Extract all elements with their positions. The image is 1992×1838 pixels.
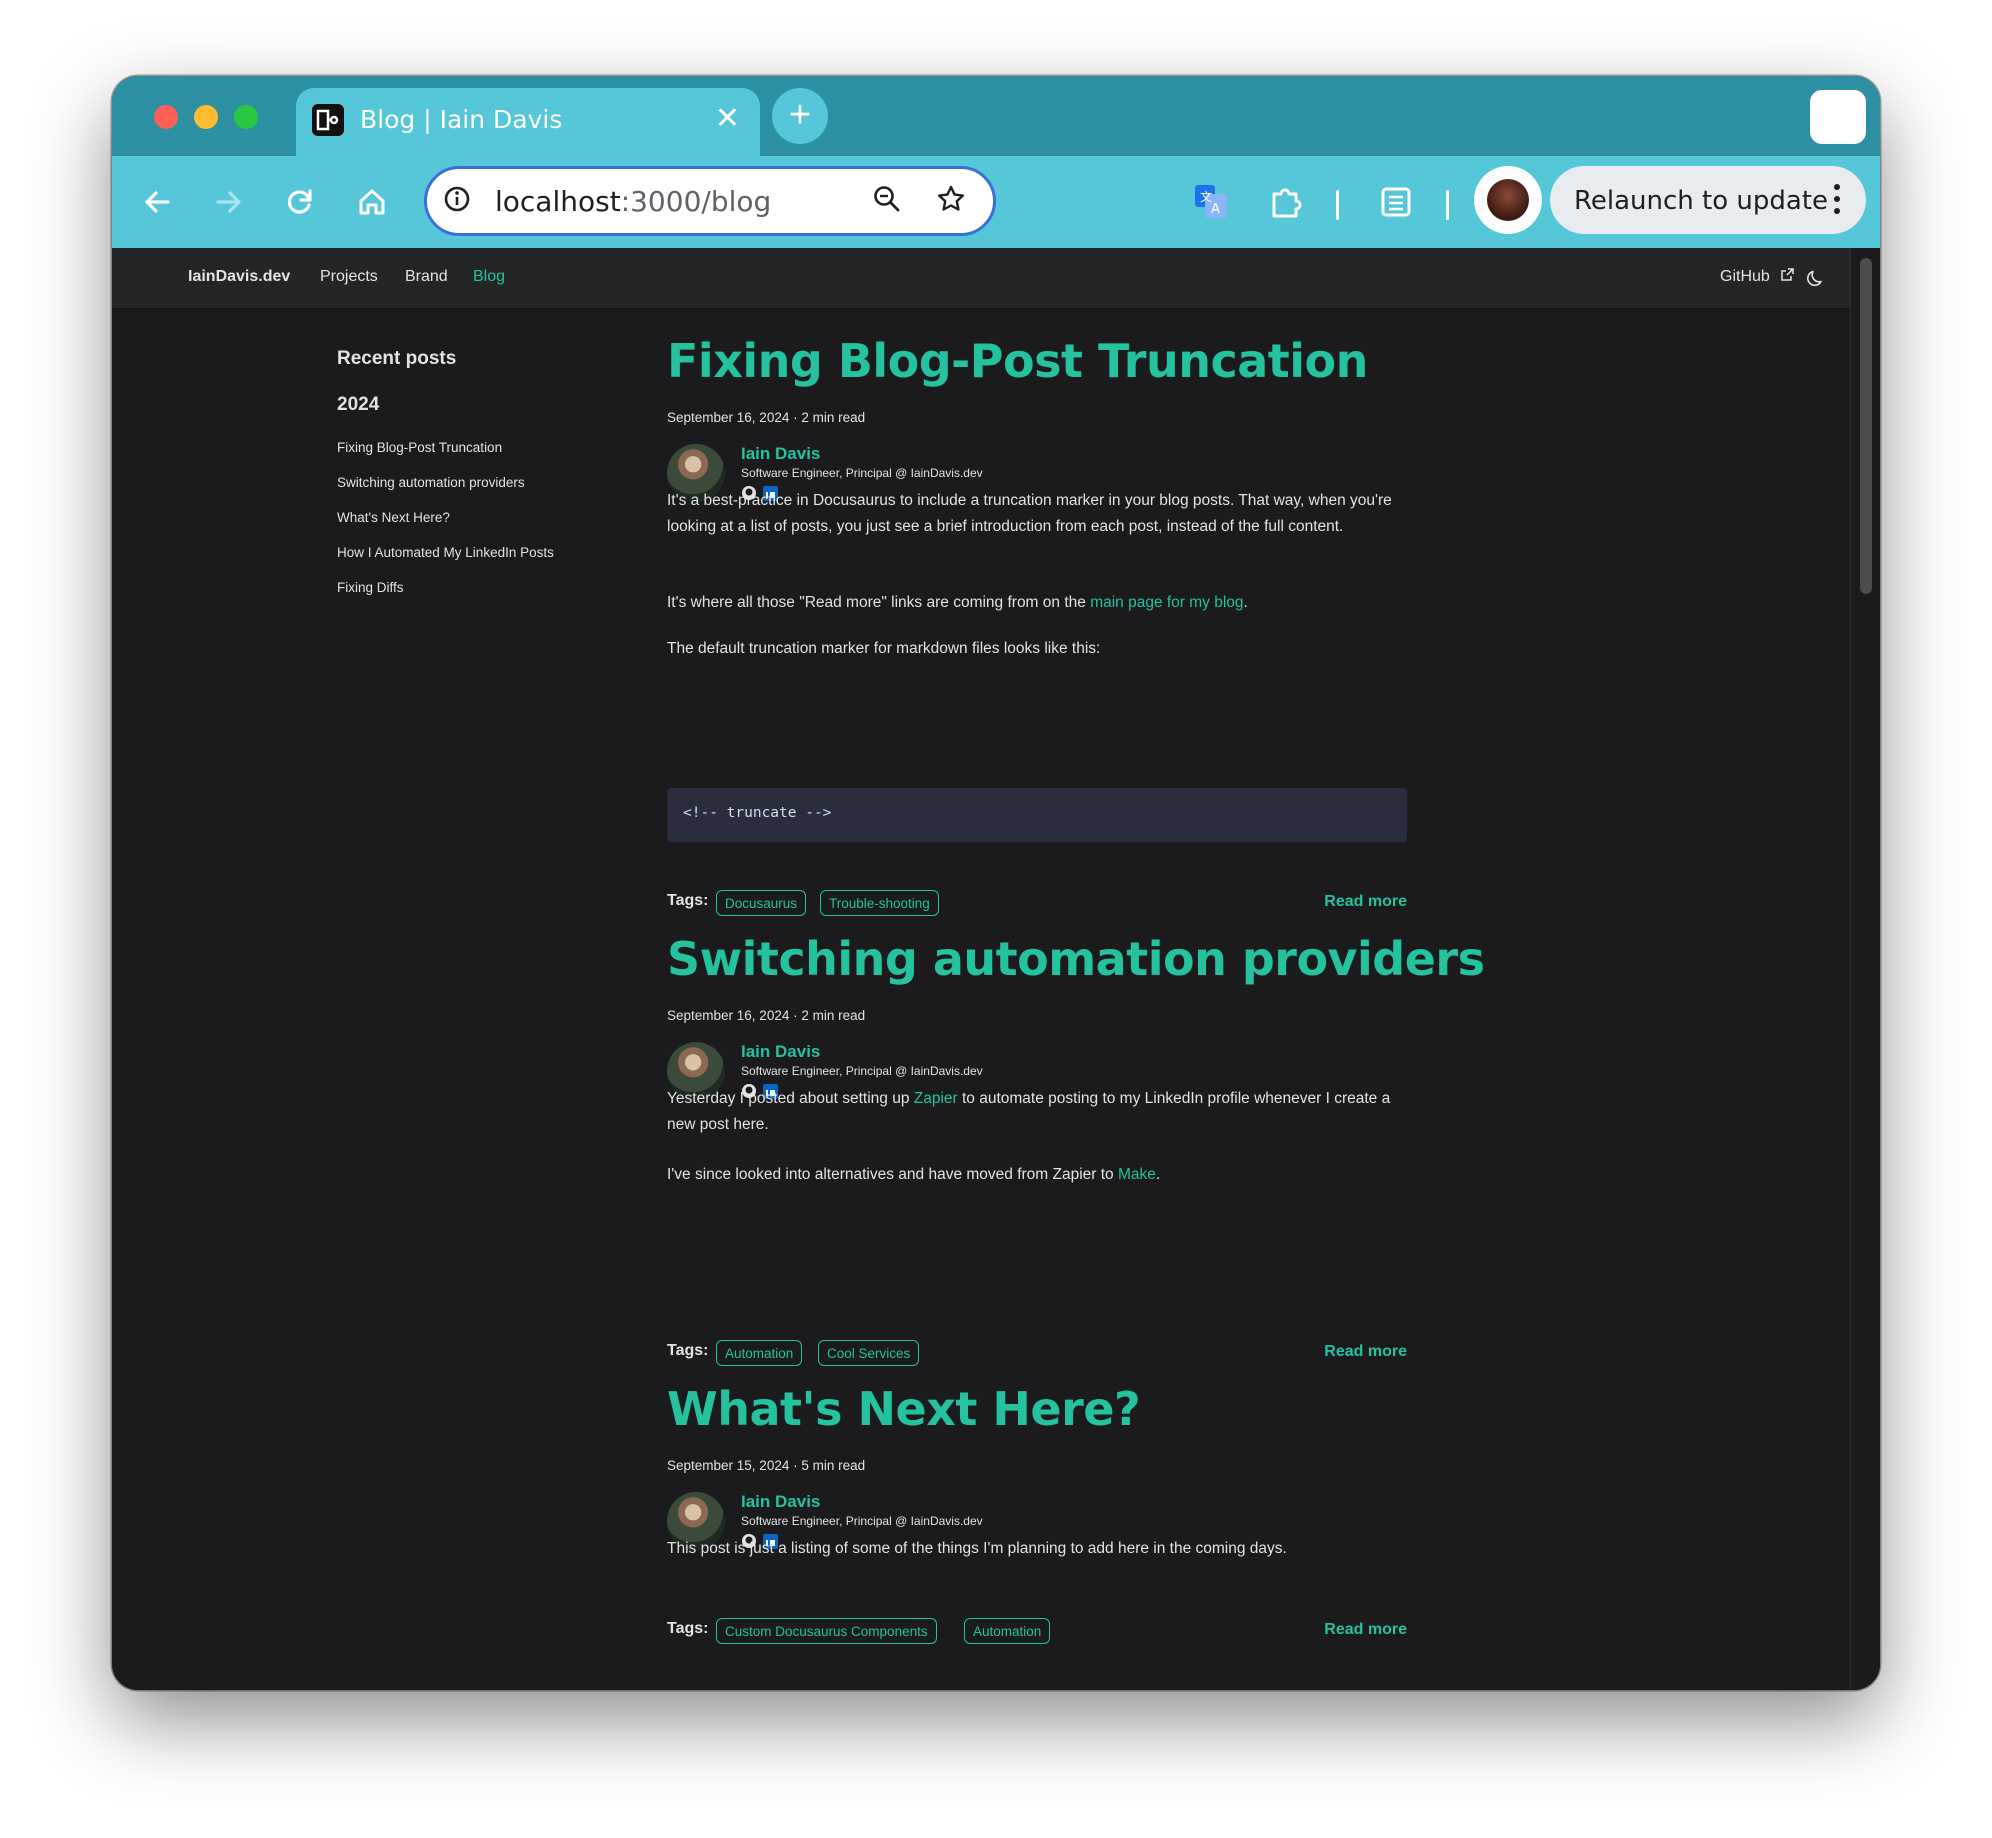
main-blog-link[interactable]: main page for my blog <box>1090 594 1243 611</box>
tag-trouble-shooting[interactable]: Trouble-shooting <box>820 890 939 916</box>
nav-link-github[interactable]: GitHub <box>1720 268 1770 286</box>
read-more-link[interactable]: Read more <box>1322 893 1407 911</box>
maximize-window-button[interactable] <box>234 105 258 129</box>
reload-icon[interactable] <box>278 180 322 224</box>
read-more-link[interactable]: Read more <box>1322 1621 1407 1639</box>
post-paragraph: It's a best-practice in Docusaurus to in… <box>667 492 1392 535</box>
tags-label: Tags: <box>667 1342 709 1359</box>
browser-window: Blog | Iain Davis ✕ + localhost:3000/blo… <box>112 76 1880 1690</box>
post-paragraph: This post is just a listing of some of t… <box>667 1540 1287 1557</box>
site-brand-link[interactable]: IainDavis.dev <box>188 268 290 286</box>
address-bar[interactable]: localhost:3000/blog <box>424 166 996 236</box>
external-link-icon <box>1780 268 1794 287</box>
author-role: Software Engineer, Principal @ IainDavis… <box>741 1064 983 1078</box>
code-block: <!-- truncate --> <box>667 788 1407 842</box>
close-window-button[interactable] <box>154 105 178 129</box>
post-meta: September 16, 2024 · 2 min read <box>667 410 866 425</box>
sidebar-item-fixing-diffs[interactable]: Fixing Diffs <box>337 580 404 595</box>
code-text: <!-- truncate --> <box>683 805 832 821</box>
toolbar-divider <box>1446 190 1449 220</box>
tab-strip: Blog | Iain Davis ✕ + <box>112 76 1880 156</box>
url-host: localhost <box>495 185 621 218</box>
sidebar-item-fixing-truncation[interactable]: Fixing Blog-Post Truncation <box>337 440 502 455</box>
toolbar-divider <box>1336 190 1339 220</box>
nav-link-brand[interactable]: Brand <box>405 268 448 286</box>
back-arrow-icon[interactable] <box>136 180 180 224</box>
site-favicon-icon <box>312 104 344 136</box>
paragraph-text: Yesterday I posted about setting up <box>667 1090 914 1107</box>
profile-avatar <box>1487 179 1529 221</box>
tags-label: Tags: <box>667 1620 709 1637</box>
author-name[interactable]: Iain Davis <box>741 444 820 464</box>
zoom-icon[interactable] <box>871 183 903 220</box>
nav-link-blog[interactable]: Blog <box>473 268 505 286</box>
tags-label: Tags: <box>667 892 709 909</box>
sidebar-item-whats-next[interactable]: What's Next Here? <box>337 510 450 525</box>
make-link[interactable]: Make <box>1118 1166 1156 1183</box>
read-more-link[interactable]: Read more <box>1322 1343 1407 1361</box>
browser-tab[interactable]: Blog | Iain Davis ✕ <box>296 88 760 156</box>
profile-avatar-button[interactable] <box>1474 166 1542 234</box>
author-name[interactable]: Iain Davis <box>741 1042 820 1062</box>
forward-arrow-icon[interactable] <box>206 180 250 224</box>
post-meta: September 15, 2024 · 5 min read <box>667 1458 866 1473</box>
more-menu-icon[interactable] <box>1834 184 1840 220</box>
tag-automation[interactable]: Automation <box>716 1340 803 1366</box>
sidebar-year-heading: 2024 <box>337 394 380 415</box>
nav-link-projects[interactable]: Projects <box>320 268 378 286</box>
url-text[interactable]: localhost:3000/blog <box>495 185 771 218</box>
translate-icon[interactable]: 文A <box>1190 180 1234 224</box>
author-role: Software Engineer, Principal @ IainDavis… <box>741 1514 983 1528</box>
post-title[interactable]: Switching automation providers <box>667 932 1485 986</box>
sidebar-item-switching-automation[interactable]: Switching automation providers <box>337 475 525 490</box>
web-page: IainDavis.dev Projects Brand Blog GitHub… <box>112 248 1880 1690</box>
reading-list-icon[interactable] <box>1374 180 1418 224</box>
author-name[interactable]: Iain Davis <box>741 1492 820 1512</box>
sidebar-item-linkedin-posts[interactable]: How I Automated My LinkedIn Posts <box>337 545 554 560</box>
dark-mode-toggle-icon[interactable] <box>1806 268 1826 293</box>
post-meta: September 16, 2024 · 2 min read <box>667 1008 866 1023</box>
page-scrollbar[interactable] <box>1850 248 1880 1690</box>
site-navbar: IainDavis.dev Projects Brand Blog GitHub <box>112 248 1850 308</box>
post-title[interactable]: What's Next Here? <box>667 1382 1141 1436</box>
minimize-window-button[interactable] <box>194 105 218 129</box>
post-paragraph: It's where all those "Read more" links a… <box>667 590 1407 616</box>
tag-custom-docusaurus-components[interactable]: Custom Docusaurus Components <box>716 1618 937 1644</box>
tab-search-button[interactable] <box>1810 90 1866 144</box>
tab-title: Blog | Iain Davis <box>360 105 563 134</box>
bookmark-star-icon[interactable] <box>935 183 967 220</box>
home-icon[interactable] <box>350 180 394 224</box>
url-path: :3000/blog <box>620 185 772 218</box>
paragraph-text: . <box>1155 1166 1161 1183</box>
zapier-link[interactable]: Zapier <box>914 1090 958 1107</box>
relaunch-button[interactable]: Relaunch to update <box>1550 166 1866 234</box>
extensions-puzzle-icon[interactable] <box>1264 180 1308 224</box>
author-role: Software Engineer, Principal @ IainDavis… <box>741 466 983 480</box>
post-paragraph: I've since looked into alternatives and … <box>667 1162 1407 1188</box>
scrollbar-thumb[interactable] <box>1860 258 1872 594</box>
post-title[interactable]: Fixing Blog-Post Truncation <box>667 334 1368 388</box>
paragraph-text: I've since looked into alternatives and … <box>667 1166 1118 1183</box>
post-paragraph: The default truncation marker for markdo… <box>667 640 1101 657</box>
new-tab-button[interactable]: + <box>772 88 828 144</box>
sidebar-title: Recent posts <box>337 348 457 369</box>
tag-automation[interactable]: Automation <box>964 1618 1051 1644</box>
tag-cool-services[interactable]: Cool Services <box>818 1340 920 1366</box>
tag-docusaurus[interactable]: Docusaurus <box>716 890 807 916</box>
paragraph-text: It's where all those "Read more" links a… <box>667 594 1091 611</box>
paragraph-text: . <box>1243 594 1248 611</box>
close-tab-icon[interactable]: ✕ <box>715 102 740 136</box>
svg-text:A: A <box>1211 202 1220 217</box>
relaunch-label: Relaunch to update <box>1574 186 1829 216</box>
site-info-icon[interactable] <box>441 183 473 220</box>
post-paragraph: Yesterday I posted about setting up Zapi… <box>667 1086 1407 1138</box>
